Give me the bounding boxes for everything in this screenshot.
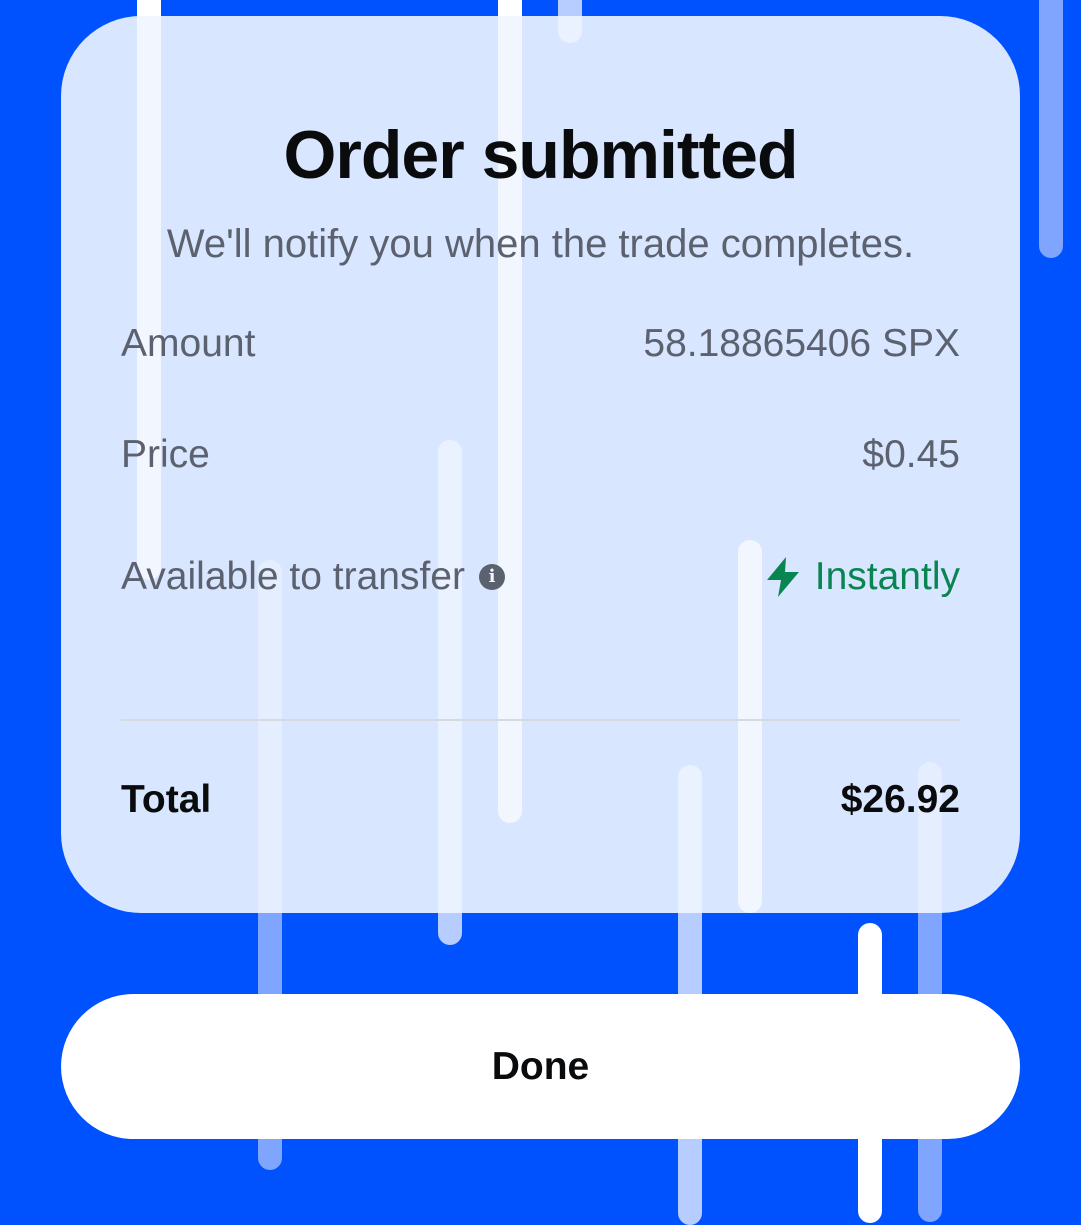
amount-value: 58.18865406 SPX <box>643 322 960 365</box>
price-value: $0.45 <box>862 433 960 476</box>
background-stripe <box>1039 0 1063 258</box>
page-title: Order submitted <box>283 117 799 193</box>
total-label: Total <box>121 778 212 821</box>
done-button[interactable]: Done <box>61 994 1020 1139</box>
transfer-row: Available to transfer i Instantly <box>121 555 960 599</box>
lightning-bolt-icon <box>766 557 799 597</box>
page-subtitle: We'll notify you when the trade complete… <box>166 222 915 266</box>
transfer-value-group: Instantly <box>765 555 960 599</box>
amount-label: Amount <box>121 322 256 365</box>
info-icon[interactable]: i <box>478 564 505 590</box>
divider <box>121 719 960 721</box>
transfer-label: Available to transfer <box>121 555 465 598</box>
total-value: $26.92 <box>840 778 960 821</box>
order-summary-card: Order submitted We'll notify you when th… <box>61 16 1020 913</box>
transfer-label-group: Available to transfer i <box>121 555 505 599</box>
transfer-value: Instantly <box>814 555 960 598</box>
price-label: Price <box>121 433 210 476</box>
amount-row: Amount 58.18865406 SPX <box>121 322 960 366</box>
total-row: Total $26.92 <box>121 778 960 822</box>
price-row: Price $0.45 <box>121 433 960 477</box>
